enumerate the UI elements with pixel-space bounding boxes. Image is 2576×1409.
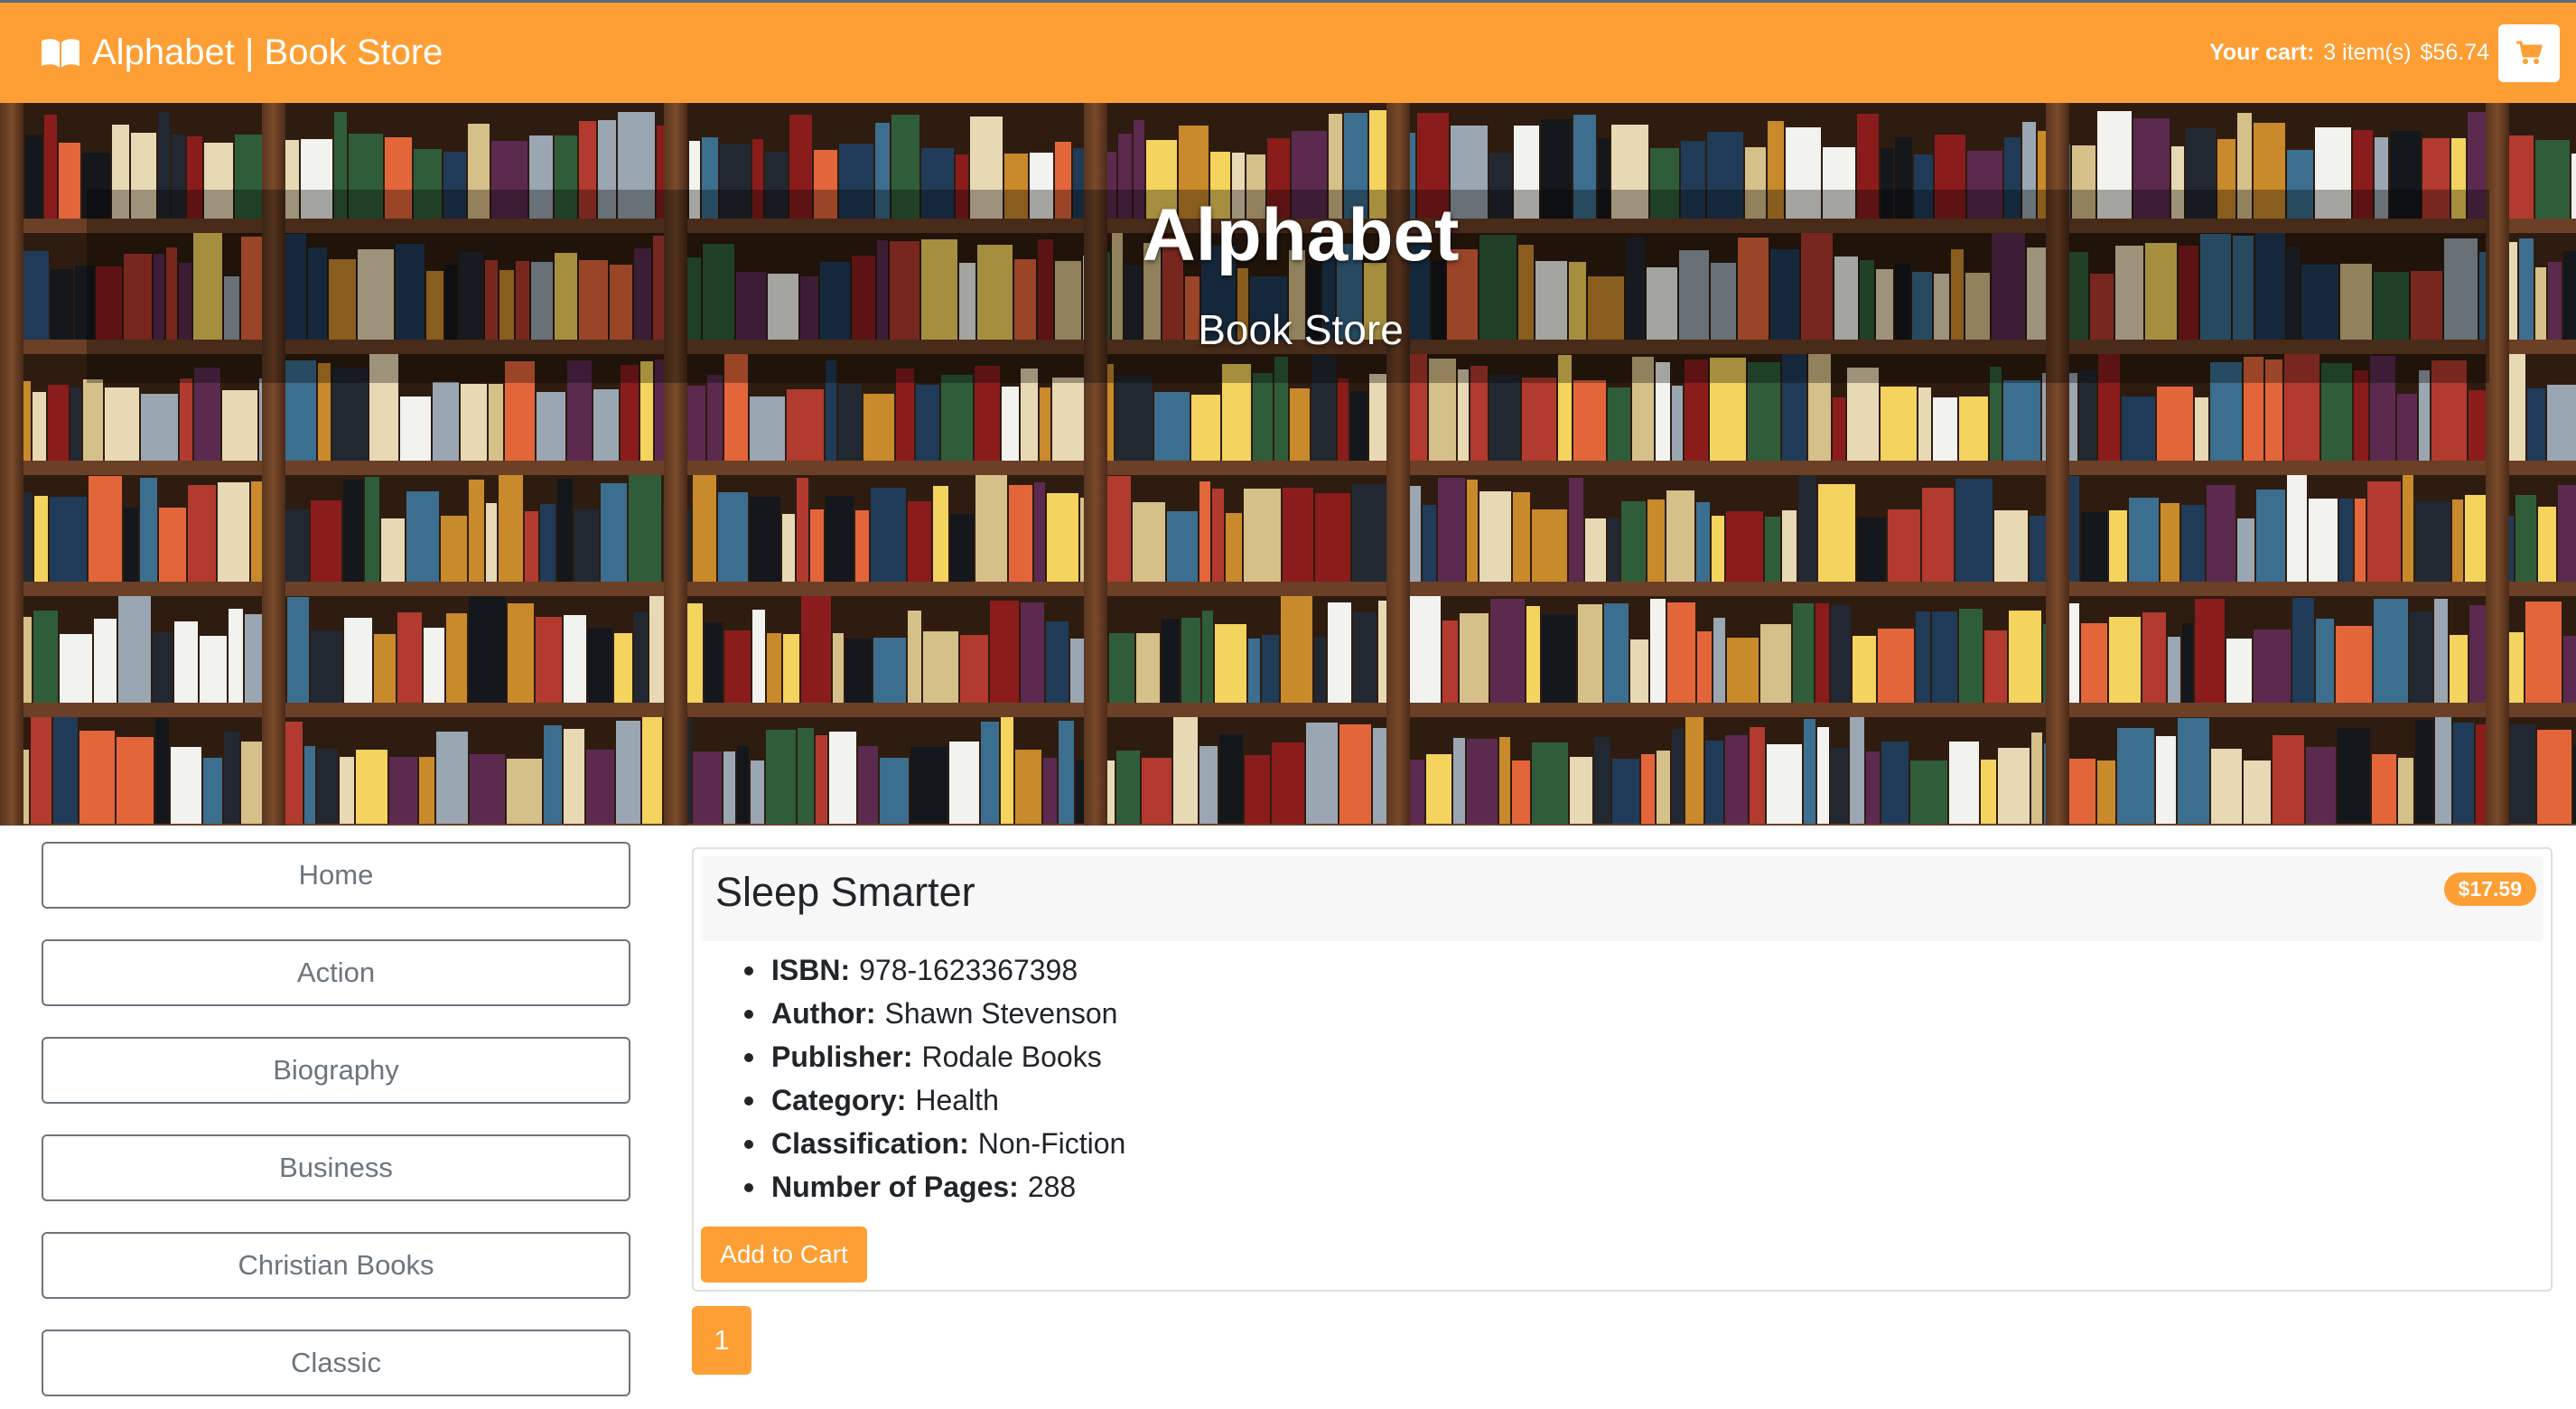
add-to-cart-button[interactable]: Add to Cart — [701, 1227, 867, 1283]
detail-classification: Classification: Non-Fiction — [743, 1122, 1126, 1165]
shopping-cart-icon — [2516, 41, 2543, 64]
cart-item-count: 3 item(s) — [2323, 40, 2412, 65]
detail-author: Author: Shawn Stevenson — [743, 992, 1125, 1035]
detail-value: Health — [915, 1084, 999, 1116]
detail-pages: Number of Pages: 288 — [743, 1165, 1125, 1208]
sidebar-item-biography[interactable]: Biography — [42, 1037, 630, 1104]
open-book-icon — [42, 38, 79, 68]
detail-value: Non-Fiction — [977, 1127, 1126, 1160]
cart-label: Your cart: — [2209, 40, 2315, 65]
product-title: Sleep Smarter — [715, 869, 975, 915]
detail-label: Author: — [771, 997, 876, 1030]
hero-banner: Alphabet Book Store — [0, 103, 2576, 826]
sidebar-item-christian-books[interactable]: Christian Books — [42, 1232, 630, 1299]
price-badge: $17.59 — [2443, 872, 2536, 906]
detail-label: ISBN: — [771, 954, 851, 986]
detail-category: Category: Health — [743, 1078, 1125, 1122]
top-navbar: Alphabet | Book Store Your cart: 3 item(… — [0, 0, 2576, 103]
cart-summary: Your cart: 3 item(s) $56.74 — [2209, 23, 2560, 82]
detail-publisher: Publisher: Rodale Books — [743, 1035, 1125, 1078]
hero-title: Alphabet — [1142, 194, 1460, 276]
cart-button[interactable] — [2498, 23, 2560, 82]
pagination-page-button[interactable]: 1 — [692, 1306, 751, 1375]
detail-value: 978-1623367398 — [859, 954, 1078, 986]
brand-link[interactable]: Alphabet | Book Store — [40, 33, 443, 73]
detail-label: Classification: — [771, 1127, 969, 1160]
cart-total: $56.74 — [2420, 40, 2489, 65]
sidebar-item-home[interactable]: Home — [42, 842, 630, 909]
detail-value: Shawn Stevenson — [884, 997, 1118, 1030]
detail-value: 288 — [1027, 1171, 1077, 1203]
detail-label: Category: — [771, 1084, 907, 1116]
sidebar-item-action[interactable]: Action — [42, 939, 630, 1006]
brand-text: Alphabet | Book Store — [92, 33, 443, 72]
hero-subtitle: Book Store — [1198, 306, 1404, 353]
category-sidebar: Home Action Biography Business Christian… — [42, 842, 630, 1409]
detail-isbn: ISBN: 978-1623367398 — [743, 948, 1125, 992]
product-card: Sleep Smarter $17.59 ISBN: 978-1623367398… — [692, 847, 2553, 1292]
product-details-list: ISBN: 978-1623367398 Author: Shawn Stevens… — [743, 948, 1126, 1208]
detail-label: Number of Pages: — [771, 1171, 1019, 1203]
sidebar-item-business[interactable]: Business — [42, 1134, 630, 1201]
detail-label: Publisher: — [771, 1040, 913, 1073]
detail-value: Rodale Books — [921, 1040, 1102, 1073]
sidebar-item-classic[interactable]: Classic — [42, 1330, 630, 1396]
product-card-header: Sleep Smarter $17.59 — [701, 856, 2543, 941]
